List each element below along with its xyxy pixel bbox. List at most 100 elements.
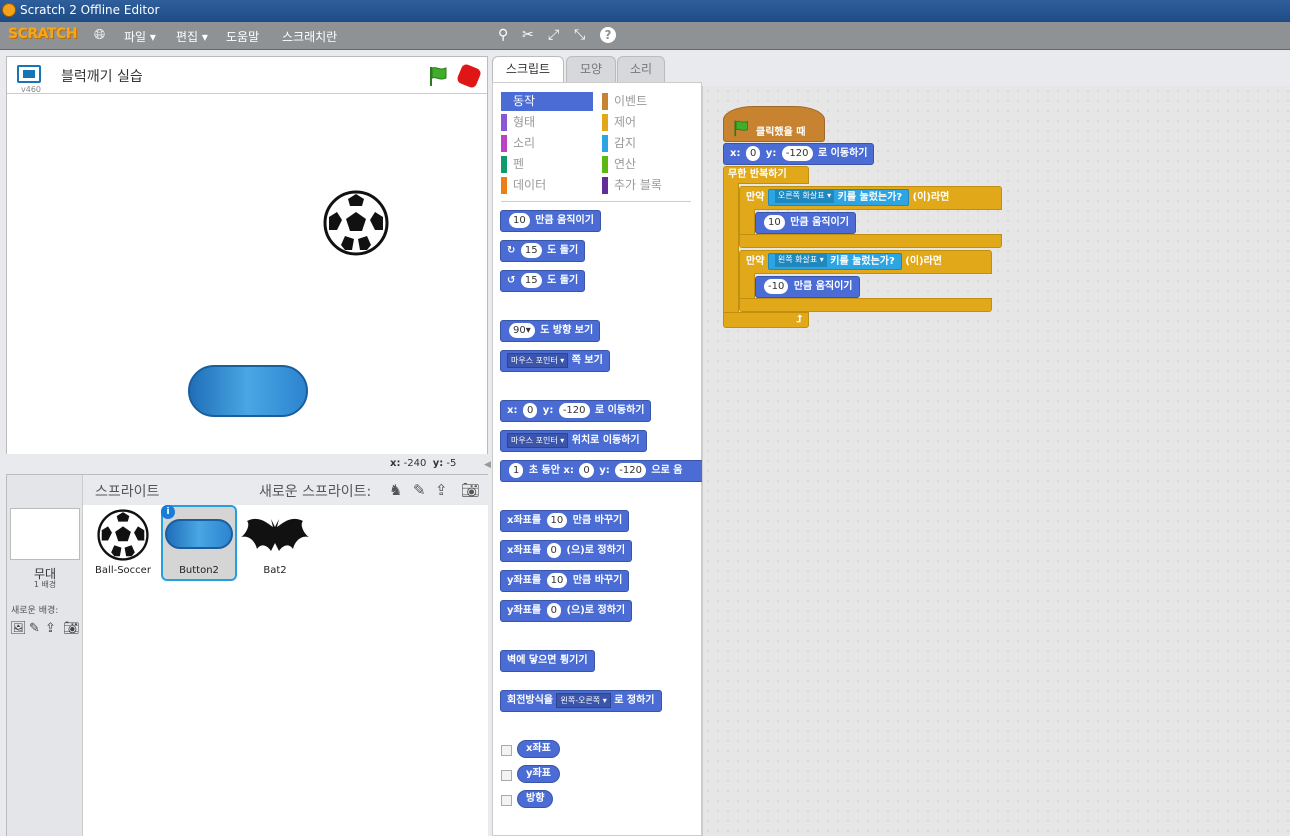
sprites-grid: Ball-Soccer Button2 i Bat2 xyxy=(83,505,488,836)
collapse-arrow-icon[interactable]: ◀ xyxy=(484,460,492,472)
block-goto-target[interactable]: 마우스 포인터 ▾ 위치로 이동하기 xyxy=(500,430,647,452)
menu-about[interactable]: 스크래치란 xyxy=(282,28,337,45)
backdrop-library-icon[interactable]: 🖼︎ xyxy=(10,621,27,636)
block-point-direction[interactable]: 90▾ 도 방향 보기 xyxy=(500,320,601,342)
stage-canvas[interactable] xyxy=(7,94,487,454)
scripts-area[interactable]: 클릭했을 때 x: 0 y: -120 로 이동하기 무한 반복하기 ⮥ 만약 … xyxy=(702,86,1290,836)
stage-thumbnail-column: 무대 1 배경 새로운 배경: 🖼︎ ✎ ⇪ 📷︎ xyxy=(7,475,83,836)
category-motion[interactable]: 동작 xyxy=(501,92,593,111)
green-flag-icon xyxy=(734,120,748,137)
sprite-info-icon[interactable]: i xyxy=(161,505,175,519)
block-change-x[interactable]: x좌표를 10 만큼 바꾸기 xyxy=(500,510,630,532)
block-set-x[interactable]: x좌표를 0 (으)로 정하기 xyxy=(500,540,633,562)
key-pressed-condition[interactable]: 왼쪽 화살표 ▾ 키를 눌렀는가? xyxy=(767,252,902,270)
tab-scripts[interactable]: 스크립트 xyxy=(492,56,564,83)
if-left-arm xyxy=(739,273,755,299)
menu-edit[interactable]: 편집 ▾ xyxy=(176,28,208,45)
rotate-left-icon: ↺ xyxy=(507,275,516,286)
paint-backdrop-icon[interactable]: ✎ xyxy=(29,621,40,636)
sprites-title: 스프라이트 xyxy=(95,484,160,500)
paddle-button-sprite[interactable] xyxy=(188,365,308,417)
tab-costumes[interactable]: 모양 xyxy=(566,56,616,82)
globe-icon[interactable]: 🌐︎ xyxy=(94,27,105,43)
block-turn-left[interactable]: ↺ 15 도 돌기 xyxy=(500,270,586,292)
green-flag-icon[interactable] xyxy=(427,65,449,87)
forever-block-arm xyxy=(723,183,739,313)
category-divider xyxy=(501,201,691,202)
version-label: v460 xyxy=(21,85,42,94)
checkbox-direction[interactable] xyxy=(501,795,512,806)
sprite-name: Button2 xyxy=(179,565,219,576)
category-sound[interactable]: 소리 xyxy=(501,134,593,153)
camera-sprite-icon[interactable]: 📷︎ xyxy=(461,481,480,499)
block-move[interactable]: 10 만큼 움직이기 xyxy=(500,210,601,232)
if-right-arrow-block[interactable]: 만약 오른쪽 화살표 ▾ 키를 눌렀는가? (이)라면 xyxy=(739,186,1002,210)
mouse-coordinates: x: -240 y: -5 xyxy=(390,458,457,469)
new-backdrop-label: 새로운 배경: xyxy=(11,606,59,616)
reporter-y-position[interactable]: y좌표 xyxy=(517,765,560,783)
script-goto-xy-block[interactable]: x: 0 y: -120 로 이동하기 xyxy=(723,143,875,165)
forever-block[interactable]: 무한 반복하기 xyxy=(723,166,809,184)
menu-help[interactable]: 도움말 xyxy=(226,28,259,45)
stop-sign-icon[interactable] xyxy=(455,62,483,90)
category-pen[interactable]: 펜 xyxy=(501,155,593,174)
camera-backdrop-icon[interactable]: 📷︎ xyxy=(63,621,80,636)
if-left-footer xyxy=(739,298,992,312)
upload-sprite-icon[interactable]: ⇪ xyxy=(435,481,448,499)
upload-backdrop-icon[interactable]: ⇪ xyxy=(45,621,56,636)
sprite-tile-bat[interactable]: Bat2 xyxy=(239,507,311,579)
block-turn-right[interactable]: ↻ 15 도 돌기 xyxy=(500,240,586,262)
paint-sprite-icon[interactable]: ✎ xyxy=(413,481,426,499)
when-flag-clicked-block[interactable]: 클릭했을 때 xyxy=(723,106,825,142)
backdrop-count: 1 배경 xyxy=(33,580,57,589)
if-right-footer xyxy=(739,234,1002,248)
block-help-icon[interactable]: ? xyxy=(600,27,616,43)
block-change-y[interactable]: y좌표를 10 만큼 바꾸기 xyxy=(500,570,630,592)
category-operators[interactable]: 연산 xyxy=(602,155,694,174)
sprite-library-icon[interactable]: ♞ xyxy=(389,481,402,499)
stage-thumbnail[interactable] xyxy=(10,508,80,560)
scratch-logo[interactable]: SCRATCH xyxy=(8,26,77,42)
tab-sounds[interactable]: 소리 xyxy=(617,56,665,82)
menu-bar: SCRATCH 🌐︎ 파일 ▾ 편집 ▾ 도움말 스크래치란 ⚲ ✂ ⤢ ⤡ ? xyxy=(0,22,1290,50)
reporter-x-position[interactable]: x좌표 xyxy=(517,740,560,758)
if-left-arrow-block[interactable]: 만약 왼쪽 화살표 ▾ 키를 눌렀는가? (이)라면 xyxy=(739,250,992,274)
block-glide[interactable]: 1 초 동안 x: 0 y: -120 으로 움 xyxy=(500,460,702,482)
forever-block-footer: ⮥ xyxy=(723,312,809,328)
stage-panel: v460 블럭깨기 실습 xyxy=(6,56,488,454)
menu-file[interactable]: 파일 ▾ xyxy=(124,28,156,45)
checkbox-y-position[interactable] xyxy=(501,770,512,781)
block-bounce[interactable]: 벽에 닿으면 튕기기 xyxy=(500,650,595,672)
window-title-bar: Scratch 2 Offline Editor xyxy=(0,0,1290,22)
category-events[interactable]: 이벤트 xyxy=(602,92,694,111)
script-move-left-block[interactable]: -10 만큼 움직이기 xyxy=(755,276,860,298)
soccer-ball-thumb-icon xyxy=(97,509,149,561)
soccer-ball-sprite[interactable] xyxy=(323,190,389,256)
category-sensing[interactable]: 감지 xyxy=(602,134,694,153)
shrink-icon[interactable]: ⤡ xyxy=(574,27,585,43)
stage-header: v460 블럭깨기 실습 xyxy=(7,57,487,94)
block-point-towards[interactable]: 마우스 포인터 ▾ 쪽 보기 xyxy=(500,350,610,372)
rotate-right-icon: ↻ xyxy=(507,245,516,256)
project-title[interactable]: 블럭깨기 실습 xyxy=(61,66,143,86)
reporter-direction[interactable]: 방향 xyxy=(517,790,554,808)
block-palette: 동작 형태 소리 펜 데이터 이벤트 제어 감지 연산 추가 블록 10 만큼 … xyxy=(492,82,702,836)
block-goto-xy[interactable]: x: 0 y: -120 로 이동하기 xyxy=(500,400,652,422)
duplicate-stamp-icon[interactable]: ⚲ xyxy=(498,27,508,43)
category-looks[interactable]: 형태 xyxy=(501,113,593,132)
category-data[interactable]: 데이터 xyxy=(501,176,593,195)
presentation-mode-icon[interactable] xyxy=(17,65,41,83)
block-rotation-style[interactable]: 회전방식을 왼쪽-오른쪽 ▾ 로 정하기 xyxy=(500,690,662,712)
sprites-header: 스프라이트 새로운 스프라이트: ♞ ✎ ⇪ 📷︎ xyxy=(83,475,488,505)
grow-icon[interactable]: ⤢ xyxy=(548,27,559,43)
script-move-right-block[interactable]: 10 만큼 움직이기 xyxy=(755,212,856,234)
category-more-blocks[interactable]: 추가 블록 xyxy=(602,176,694,195)
category-control[interactable]: 제어 xyxy=(602,113,694,132)
key-pressed-condition[interactable]: 오른쪽 화살표 ▾ 키를 눌렀는가? xyxy=(767,188,910,206)
delete-scissors-icon[interactable]: ✂ xyxy=(522,27,534,43)
block-set-y[interactable]: y좌표를 0 (으)로 정하기 xyxy=(500,600,633,622)
checkbox-x-position[interactable] xyxy=(501,745,512,756)
sprite-tile-ball[interactable]: Ball-Soccer xyxy=(87,507,159,579)
if-right-arm xyxy=(739,209,755,235)
sprite-pane: 무대 1 배경 새로운 배경: 🖼︎ ✎ ⇪ 📷︎ 스프라이트 새로운 스프라이… xyxy=(6,474,488,836)
